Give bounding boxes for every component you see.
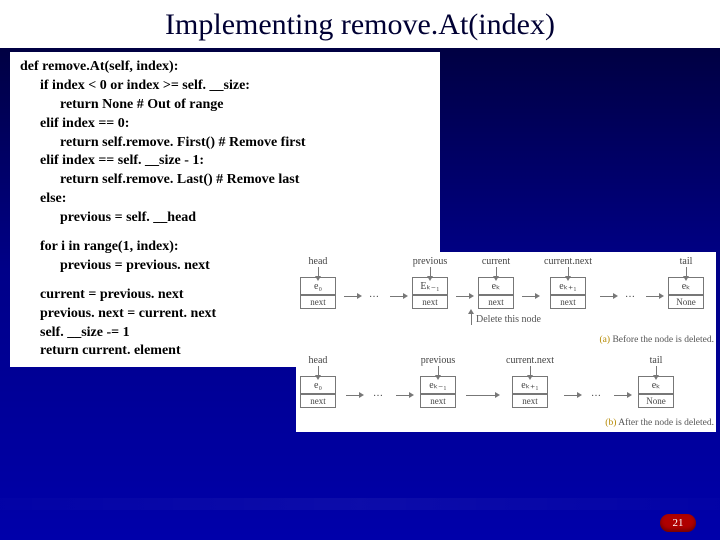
label-current-next: current.next xyxy=(544,256,592,267)
label-tail: tail xyxy=(638,355,674,366)
arrow-right-icon xyxy=(522,296,536,297)
label-previous: previous xyxy=(412,256,448,267)
page-footer: 21 xyxy=(660,514,696,532)
arrow-down-icon xyxy=(686,267,687,277)
ellipsis: … xyxy=(370,388,386,399)
delete-text: Delete this node xyxy=(476,314,541,325)
code-line: def remove.At(self, index): xyxy=(20,58,430,77)
diagram-b: head e₀ next … previous eₖ₋₁ next c xyxy=(300,355,712,408)
caption-a: (a) Before the node is deleted. xyxy=(600,335,714,345)
code-line: previous = self. __head xyxy=(20,209,430,228)
code-line: return self.remove. First() # Remove fir… xyxy=(20,134,430,153)
code-line: return None # Out of range xyxy=(20,96,430,115)
label-current-next: current.next xyxy=(506,355,554,366)
label-current: current xyxy=(478,256,514,267)
label-head: head xyxy=(300,355,336,366)
page-number: 21 xyxy=(660,514,696,532)
arrow-down-icon xyxy=(318,267,319,277)
arrow-down-icon xyxy=(430,267,431,277)
arrow-down-icon xyxy=(656,366,657,376)
caption-b-text: After the node is deleted. xyxy=(618,418,714,428)
label-head: head xyxy=(300,256,336,267)
next-box: next xyxy=(300,295,336,309)
caption-a-text: Before the node is deleted. xyxy=(612,335,714,345)
code-line: else: xyxy=(20,190,430,209)
slide-title: Implementing remove.At(index) xyxy=(0,0,720,48)
tag-a: (a) xyxy=(600,335,611,345)
arrow-right-icon xyxy=(600,296,614,297)
code-line: return self.remove. Last() # Remove last xyxy=(20,171,430,190)
next-box: next xyxy=(420,394,456,408)
arrow-right-icon xyxy=(564,395,578,396)
arrow-right-icon xyxy=(346,395,360,396)
label-previous: previous xyxy=(420,355,456,366)
code-line: elif index == self. __size - 1: xyxy=(20,152,430,171)
none-box: None xyxy=(668,295,704,309)
next-box: next xyxy=(300,394,336,408)
arrow-down-icon xyxy=(530,366,531,376)
arrow-down-icon xyxy=(318,366,319,376)
label-tail: tail xyxy=(668,256,704,267)
arrow-right-icon xyxy=(396,395,410,396)
tag-b: (b) xyxy=(605,418,616,428)
next-box: next xyxy=(512,394,548,408)
arrow-down-icon xyxy=(438,366,439,376)
code-line: if index < 0 or index >= self. __size: xyxy=(20,77,430,96)
code-line: elif index == 0: xyxy=(20,115,430,134)
next-box: next xyxy=(550,295,586,309)
ellipsis: … xyxy=(366,289,382,300)
arrow-right-icon xyxy=(344,296,358,297)
next-box: next xyxy=(412,295,448,309)
caption-b: (b) After the node is deleted. xyxy=(605,418,714,428)
ellipsis: … xyxy=(588,388,604,399)
delete-note: Delete this node xyxy=(300,313,712,325)
none-box: None xyxy=(638,394,674,408)
arrow-down-icon xyxy=(568,267,569,277)
next-box: next xyxy=(478,295,514,309)
diagram-a: head e₀ next … previous Eₖ₋₁ next c xyxy=(300,256,712,325)
arrow-up-icon xyxy=(471,313,472,325)
linked-list-diagram: head e₀ next … previous Eₖ₋₁ next c xyxy=(296,252,716,432)
decorative-strip xyxy=(0,498,720,510)
ellipsis: … xyxy=(622,289,638,300)
arrow-right-icon xyxy=(466,395,496,396)
arrow-right-icon xyxy=(646,296,660,297)
arrow-right-icon xyxy=(456,296,470,297)
arrow-right-icon xyxy=(390,296,404,297)
arrow-down-icon xyxy=(496,267,497,277)
arrow-right-icon xyxy=(614,395,628,396)
